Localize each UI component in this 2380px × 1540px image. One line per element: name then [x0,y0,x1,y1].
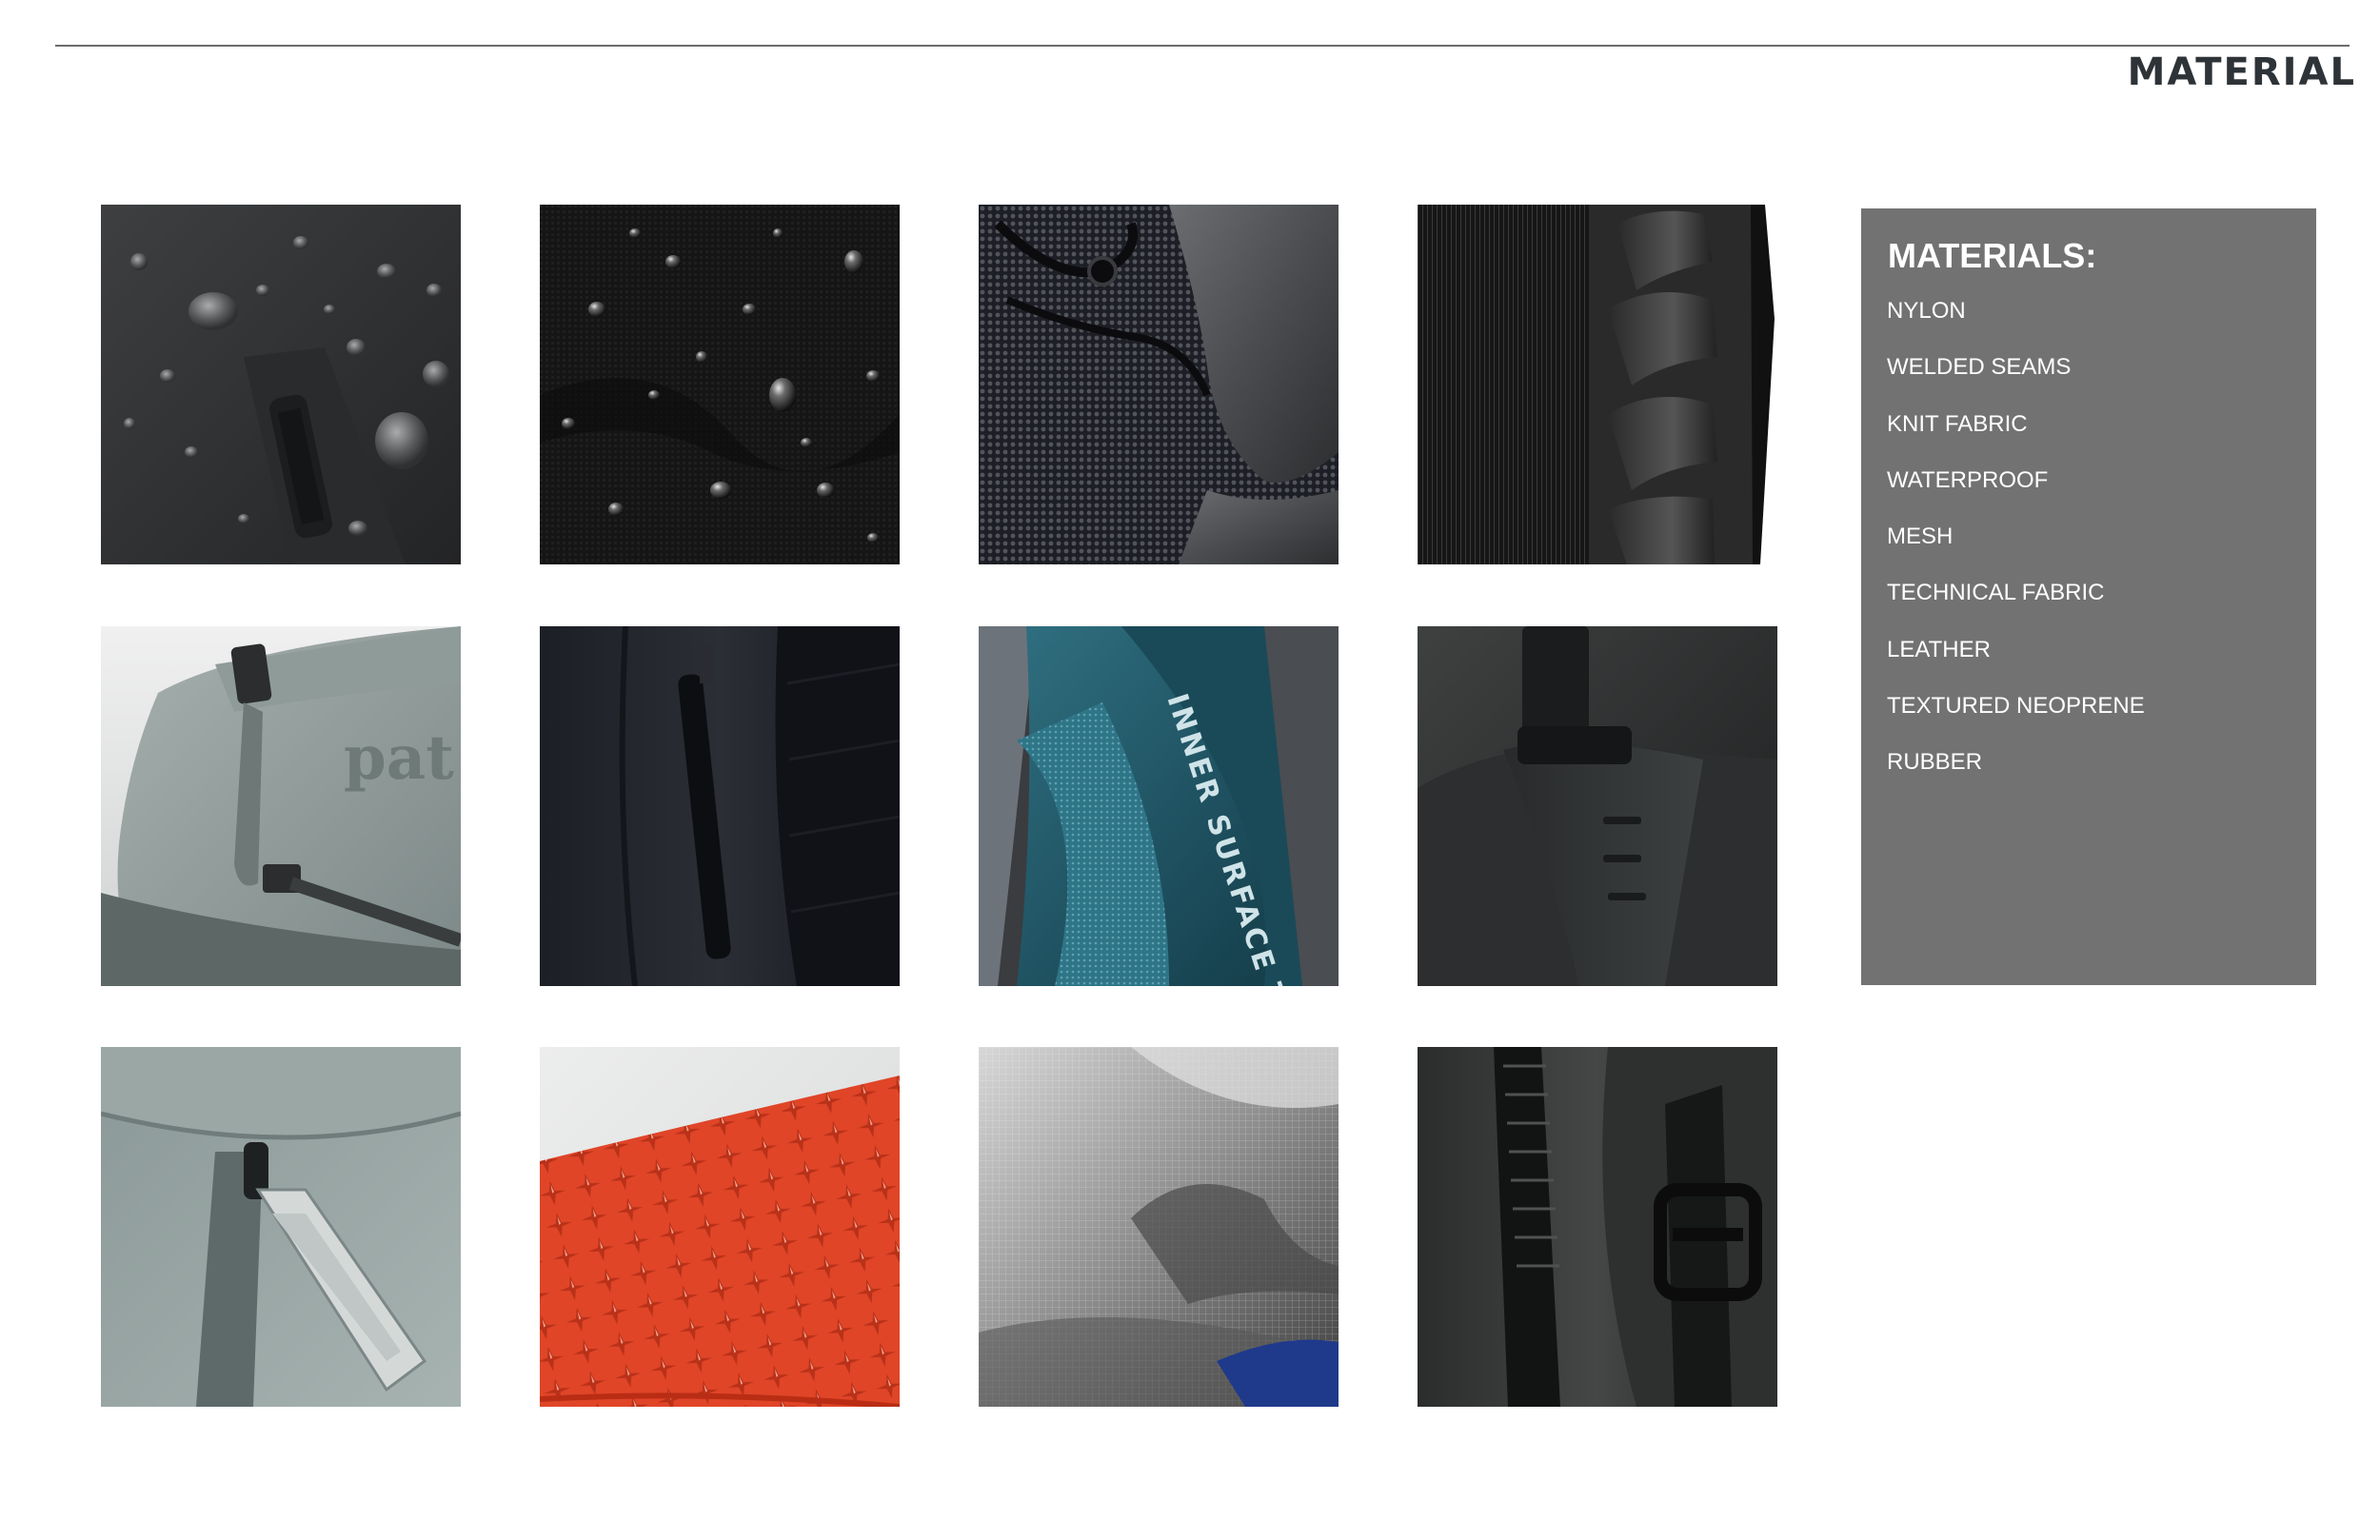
red-textured-neoprene-icon [540,1047,900,1407]
material-item: NYLON [1887,298,1966,324]
nylon-water-droplets-zipper-pull-icon [101,205,461,564]
material-item: LEATHER [1887,636,1991,662]
header-divider [55,45,2350,47]
material-item: KNIT FABRIC [1887,410,2028,437]
silver-mesh-fabric-icon [979,1047,1339,1407]
materials-panel: MATERIALS: NYLON WELDED SEAMS KNIT FABRI… [1861,208,2316,985]
page-title: MATERIAL [2127,50,2356,94]
black-strap-loop-icon [1418,626,1777,986]
grey-roll-top-bag-icon: pat [101,626,461,986]
materials-panel-title: MATERIALS: [1888,236,2097,275]
material-item: WELDED SEAMS [1887,354,2072,381]
black-waterproof-zipper-buckle-icon [1418,1047,1777,1407]
material-item: MESH [1887,523,1954,550]
molded-back-panel-icon [1418,205,1777,564]
material-item: RUBBER [1887,749,1983,776]
inner-surface-technology-lining-icon: INNER SURFACE TECHN [979,626,1339,986]
black-jacket-zip-pull-icon [540,626,900,986]
knit-fabric-with-laces-icon [979,205,1339,564]
black-nylon-water-beads-icon [540,205,900,564]
brand-print: pat [344,722,454,794]
material-item: WATERPROOF [1887,466,2049,493]
grey-zipper-pull-icon [101,1047,461,1407]
material-item: TECHNICAL FABRIC [1887,580,2105,606]
material-item: TEXTURED NEOPRENE [1887,693,2145,720]
materials-list: NYLON WELDED SEAMS KNIT FABRIC WATERPROO… [1887,298,2145,808]
